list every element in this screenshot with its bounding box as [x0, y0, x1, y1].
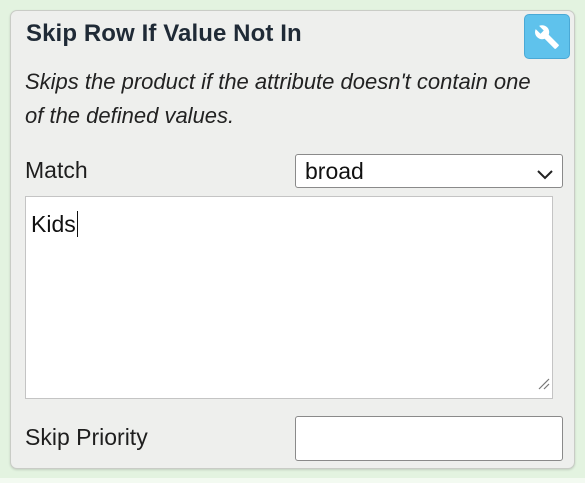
text-caret	[76, 211, 78, 237]
panel-description: Skips the product if the attribute doesn…	[25, 69, 531, 128]
settings-button[interactable]	[524, 14, 570, 59]
skip-priority-input[interactable]	[295, 416, 563, 461]
skip-priority-label: Skip Priority	[25, 424, 148, 450]
wrench-icon	[534, 24, 560, 50]
page-footer-strip	[0, 478, 585, 483]
match-select[interactable]: broad	[295, 154, 563, 188]
panel-title: Skip Row If Value Not In	[26, 20, 302, 47]
skip-row-panel: Skip Row If Value Not In Skips the produ…	[10, 10, 575, 469]
resize-handle-icon[interactable]	[536, 369, 550, 396]
values-text: Kids	[31, 211, 76, 237]
match-label: Match	[25, 157, 88, 183]
chevron-down-icon	[536, 163, 554, 190]
match-selected-value: broad	[305, 157, 364, 184]
values-textarea[interactable]: Kids	[25, 196, 553, 399]
